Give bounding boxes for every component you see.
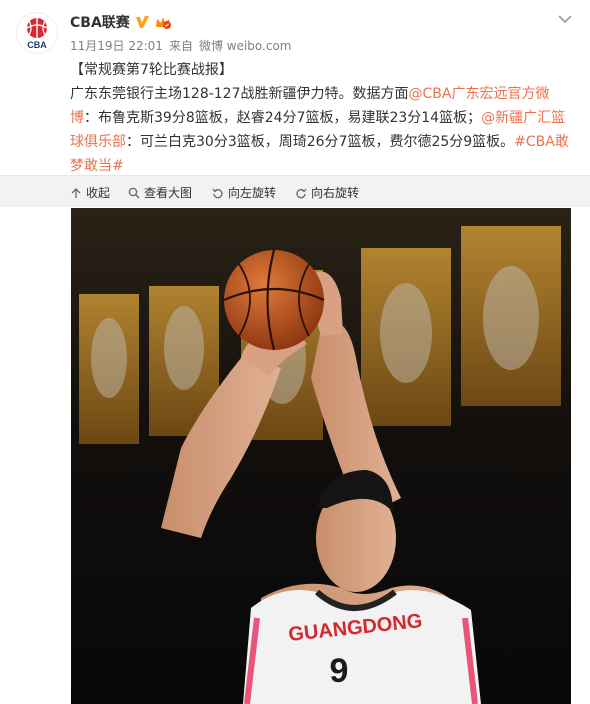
collapse-label: 收起 [86, 186, 111, 200]
image-toolbar: 收起 查看大图 向左旋转 向右旋转 [0, 175, 590, 207]
view-large-label: 查看大图 [144, 186, 193, 200]
post-segment-a: 广东东莞银行主场128-127战胜新疆伊力特。数据方面 [70, 86, 409, 102]
author-row: CBA联赛 [70, 12, 172, 32]
cba-logo-avatar[interactable]: CBA [16, 12, 58, 54]
basketball [223, 249, 325, 351]
magnifier-icon [128, 187, 140, 198]
vip-crown-icon[interactable] [154, 14, 172, 30]
view-large-button[interactable]: 查看大图 [128, 184, 192, 201]
rotate-left-icon [212, 188, 223, 198]
jersey-number: 9 [330, 652, 349, 690]
weibo-post-card: CBA CBA联赛 11月19日 22:01 来自 微博 weibo.com 【… [0, 0, 590, 704]
rotate-right-button[interactable]: 向右旋转 [295, 184, 359, 201]
verified-v-icon [135, 16, 149, 28]
post-source[interactable]: 微博 weibo.com [199, 37, 292, 54]
rotate-left-button[interactable]: 向左旋转 [212, 184, 276, 201]
post-photo[interactable]: GUANGDONG 9 [71, 208, 571, 704]
collapse-button[interactable]: 收起 [70, 184, 110, 201]
basketball-player-photo: GUANGDONG 9 [71, 208, 571, 704]
post-headline: 【常规赛第7轮比赛战报】 [70, 62, 233, 78]
post-segment-b: ：布鲁克斯39分8篮板，赵睿24分7篮板，易建联23分14篮板； [84, 110, 482, 126]
post-meta: 11月19日 22:01 来自 微博 weibo.com [70, 37, 292, 54]
chevron-down-icon[interactable] [558, 14, 572, 24]
post-from-label: 来自 [168, 39, 193, 53]
rotate-right-label: 向右旋转 [311, 186, 360, 200]
rotate-right-icon [296, 188, 307, 198]
rotate-left-label: 向左旋转 [228, 186, 277, 200]
author-name[interactable]: CBA联赛 [70, 12, 130, 32]
cba-logo-text: CBA [27, 40, 47, 50]
post-text: 【常规赛第7轮比赛战报】 广东东莞银行主场128-127战胜新疆伊力特。数据方面… [70, 58, 570, 178]
arrow-up-icon [71, 187, 81, 198]
post-time[interactable]: 11月19日 22:01 [70, 37, 163, 54]
post-segment-c: ：可兰白克30分3篮板，周琦26分7篮板，费尔德25分9篮板。 [126, 134, 515, 150]
post-body: 广东东莞银行主场128-127战胜新疆伊力特。数据方面@CBA广东宏远官方微博：… [70, 82, 570, 178]
